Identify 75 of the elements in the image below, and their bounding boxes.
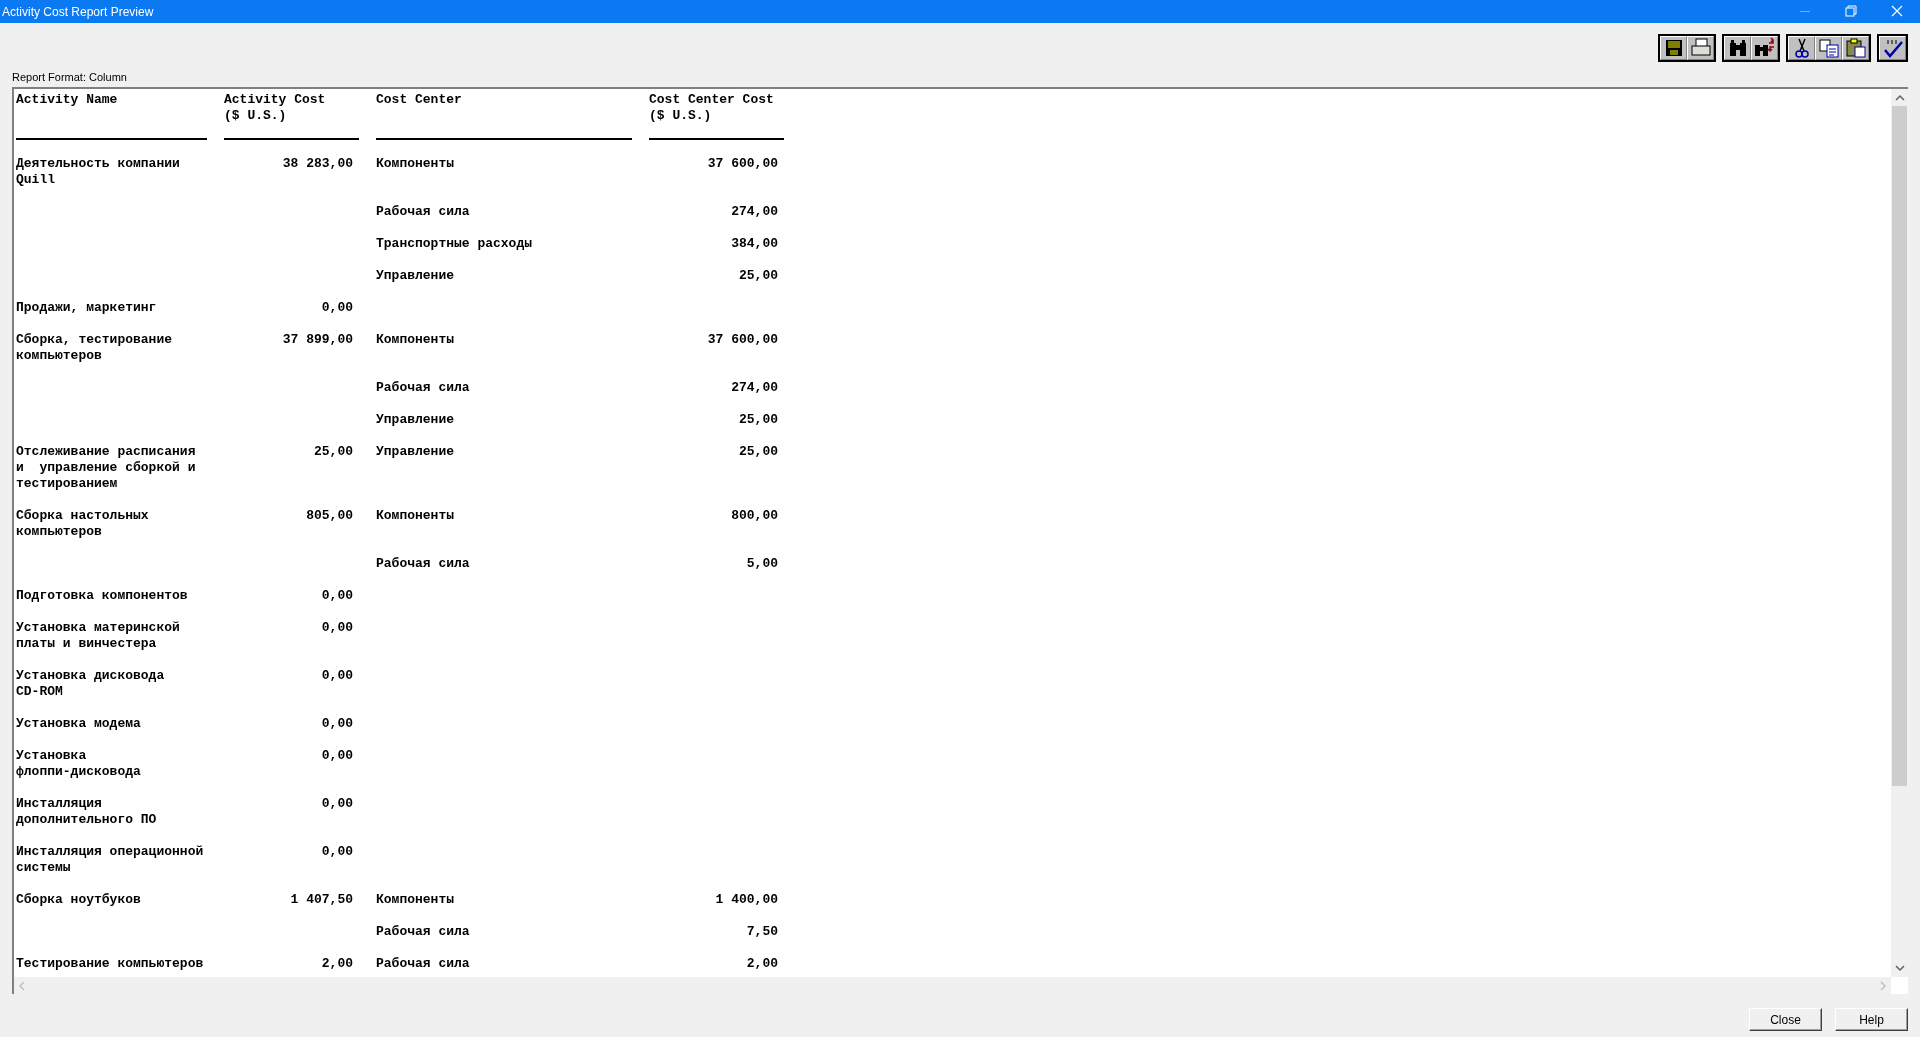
cost-center-cost: 37 600,00 bbox=[707, 156, 778, 173]
cost-center: Рабочая сила bbox=[376, 556, 470, 571]
activity-cost: 38 283,00 bbox=[282, 156, 353, 173]
column-header: Cost Center Cost ($ U.S.) bbox=[649, 92, 775, 124]
toolbar-button[interactable] bbox=[1660, 36, 1687, 60]
cost-center-cost: 25,00 bbox=[739, 268, 778, 284]
activity-name: Деятельность компании Quill bbox=[16, 156, 181, 188]
cost-center-cost: 7,50 bbox=[746, 924, 778, 940]
cost-center-cost: 274,00 bbox=[731, 380, 778, 396]
window-title: Activity Cost Report Preview bbox=[1, 3, 154, 21]
activity-name: Установка флоппи-дисковода bbox=[16, 748, 142, 780]
activity-name: Установка модема bbox=[16, 716, 142, 732]
dialog-button[interactable]: Close bbox=[1749, 1008, 1822, 1031]
activity-cost: 2,00 bbox=[321, 956, 353, 972]
cost-center: Транспортные расходы bbox=[376, 236, 533, 251]
cost-center-cost: 384,00 bbox=[731, 236, 778, 252]
binoculars-arrows-icon bbox=[1753, 37, 1776, 59]
cost-center-cost: 25,00 bbox=[739, 444, 778, 461]
cost-center-cost: 800,00 bbox=[731, 508, 778, 525]
copy-icon bbox=[1817, 37, 1840, 59]
cost-center: Управление bbox=[376, 444, 454, 459]
activity-name: Подготовка компонентов bbox=[16, 588, 189, 604]
activity-name: Тестирование компьютеров bbox=[16, 956, 205, 972]
activity-name: Сборка, тестирование компьютеров bbox=[16, 332, 174, 364]
toolbar-button[interactable] bbox=[1842, 36, 1869, 60]
cost-center: Рабочая сила bbox=[376, 924, 470, 939]
cost-center-cost: 37 600,00 bbox=[707, 332, 778, 349]
clipboard-icon bbox=[1844, 37, 1867, 59]
activity-cost: 805,00 bbox=[306, 508, 353, 525]
toolbar-button[interactable] bbox=[1687, 36, 1714, 60]
dialog-button[interactable]: Help bbox=[1835, 1008, 1908, 1031]
activity-name: Продажи, маркетинг bbox=[16, 300, 158, 316]
activity-cost: 0,00 bbox=[321, 588, 353, 604]
activity-cost: 1 407,50 bbox=[290, 892, 353, 908]
activity-name: Установка материнской платы и винчестера bbox=[16, 620, 181, 652]
vertical-scrollbar[interactable] bbox=[1891, 89, 1908, 977]
activity-name: Сборка ноутбуков bbox=[16, 892, 142, 908]
cost-center-cost: 25,00 bbox=[739, 412, 778, 428]
cost-center: Компоненты bbox=[376, 892, 454, 907]
activity-cost: 0,00 bbox=[321, 748, 353, 765]
activity-cost: 0,00 bbox=[321, 796, 353, 813]
cost-center: Управление bbox=[376, 268, 454, 283]
cost-center: Рабочая сила bbox=[376, 204, 470, 219]
cost-center: Компоненты bbox=[376, 332, 454, 347]
activity-name: Установка дисковода CD-ROM bbox=[16, 668, 166, 700]
activity-name: Отслеживание расписания и управление сборкой и тестированием bbox=[16, 444, 197, 492]
activity-name: Инсталляция операционной системы bbox=[16, 844, 205, 876]
column-header: Cost Center bbox=[376, 92, 463, 108]
toolbar-button[interactable] bbox=[1815, 36, 1842, 60]
cost-center-cost: 274,00 bbox=[731, 204, 778, 220]
activity-cost: 0,00 bbox=[321, 668, 353, 685]
toolbar-button[interactable] bbox=[1788, 36, 1815, 60]
activity-name: Инсталляция дополнительного ПО bbox=[16, 796, 158, 828]
report-format-label: Report Format: Column bbox=[11, 70, 128, 84]
cost-center-cost: 1 400,00 bbox=[715, 892, 778, 908]
cost-center: Рабочая сила bbox=[376, 380, 470, 395]
cost-center-cost: 2,00 bbox=[746, 956, 778, 972]
activity-cost: 0,00 bbox=[321, 300, 353, 316]
activity-cost: 37 899,00 bbox=[282, 332, 353, 349]
cost-center: Компоненты bbox=[376, 508, 454, 523]
activity-name: Сборка настольных компьютеров bbox=[16, 508, 150, 540]
cost-center: Компоненты bbox=[376, 156, 454, 171]
activity-cost: 0,00 bbox=[321, 844, 353, 861]
cost-center-cost: 5,00 bbox=[746, 556, 778, 572]
toolbar-button[interactable] bbox=[1751, 36, 1778, 60]
activity-cost: 0,00 bbox=[321, 620, 353, 637]
column-header: Activity Cost ($ U.S.) bbox=[224, 92, 327, 124]
activity-cost: 25,00 bbox=[314, 444, 353, 461]
toolbar-button[interactable] bbox=[1724, 36, 1751, 60]
printer-icon bbox=[1689, 37, 1712, 59]
column-header: Activity Name bbox=[16, 92, 119, 108]
activity-cost: 0,00 bbox=[321, 716, 353, 732]
cost-center: Рабочая сила bbox=[376, 956, 470, 971]
cost-center: Управление bbox=[376, 412, 454, 427]
scrollbar-thumb[interactable] bbox=[1892, 106, 1907, 786]
